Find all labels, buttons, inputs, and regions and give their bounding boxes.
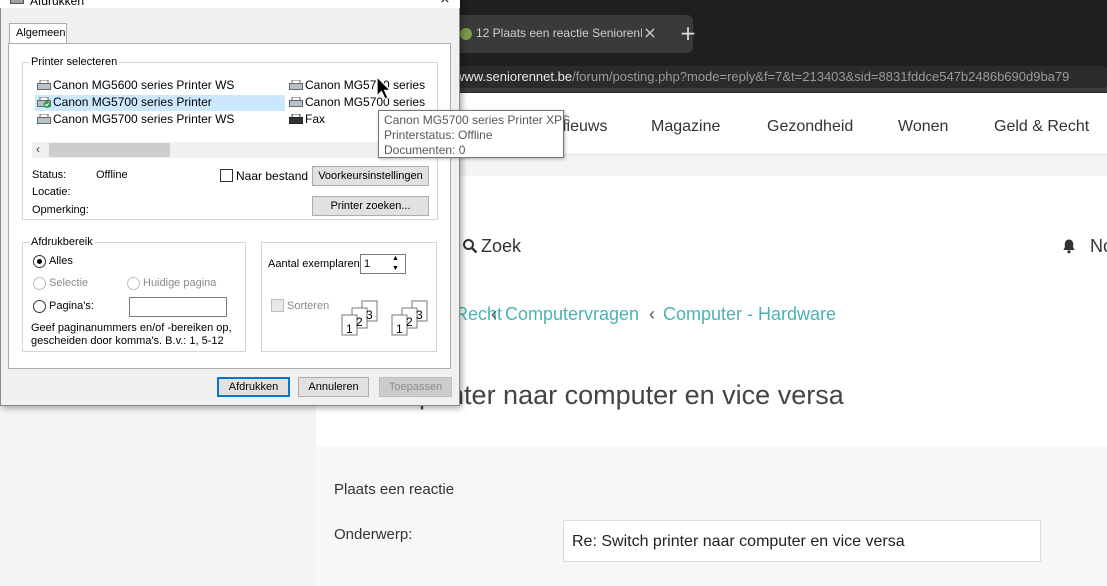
cancel-button[interactable]: Annuleren (298, 377, 369, 397)
printer-select-label: Printer selecteren (29, 56, 120, 68)
subject-label: Onderwerp: (334, 526, 413, 543)
printer-icon (289, 80, 303, 90)
tooltip-printer-status: Printerstatus: Offline (384, 128, 493, 142)
breadcrumb-computervragen[interactable]: Computervragen (505, 304, 639, 325)
print-to-file-label: Naar bestand (236, 169, 309, 183)
printer-name: Fax (305, 112, 326, 126)
tab-general[interactable]: Algemeen (9, 23, 67, 43)
range-selection-radio[interactable] (33, 277, 46, 290)
preferences-button[interactable]: Voorkeursinstellingen (312, 166, 429, 186)
stepper-down-icon[interactable]: ▼ (392, 264, 399, 273)
mouse-cursor-icon (376, 76, 392, 100)
notifications-link[interactable]: No (1090, 236, 1107, 257)
stepper-up-icon[interactable]: ▲ (392, 254, 399, 263)
copies-label: Aantal exemplaren: (268, 258, 363, 270)
find-printer-button[interactable]: Printer zoeken... (312, 196, 429, 216)
tooltip-documents: Documenten: 0 (384, 143, 466, 157)
breadcrumb-computer-hardware[interactable]: Computer - Hardware (663, 304, 836, 325)
breadcrumb-separator: ‹ (491, 304, 497, 324)
svg-text:1: 1 (346, 322, 353, 336)
range-current-page-label: Huidige pagina (143, 277, 217, 289)
tooltip-printer-name: Canon MG5700 series Printer XPS (384, 113, 571, 127)
comment-label: Opmerking: (32, 204, 89, 216)
copies-value: 1 (364, 258, 371, 270)
range-all-label: Alles (49, 255, 73, 267)
nav-item-magazine[interactable]: Magazine (651, 118, 720, 136)
search-link[interactable]: Zoek (481, 236, 521, 257)
printer-icon (10, 0, 24, 4)
scrollbar-thumb[interactable] (49, 143, 170, 157)
print-to-file-checkbox[interactable] (220, 169, 233, 182)
print-button[interactable]: Afdrukken (217, 377, 290, 397)
printer-icon (37, 80, 51, 90)
collate-checkbox[interactable] (271, 299, 284, 312)
printer-list-item-selected[interactable]: Canon MG5700 series Printer (35, 95, 285, 111)
reply-form (316, 446, 1107, 586)
range-pages-radio[interactable] (33, 300, 46, 313)
dialog-title: Afdrukken (30, 0, 85, 8)
status-label: Status: (32, 169, 67, 181)
range-pages-label: Pagina's: (49, 300, 94, 312)
status-value: Offline (96, 169, 128, 181)
page-range-label: Afdrukbereik (29, 236, 95, 248)
printer-name: Canon MG5700 series P (305, 78, 429, 92)
printer-list-item[interactable]: Canon MG5700 series P (287, 78, 429, 94)
url-host: www.seniorennet.be (455, 69, 573, 84)
range-selection-label: Selectie (49, 277, 89, 289)
fax-icon (289, 114, 303, 124)
printer-name: Canon MG5700 series P (305, 95, 429, 109)
printer-list-item[interactable]: Canon MG5600 series Printer WS (35, 78, 285, 94)
range-all-radio[interactable] (33, 255, 46, 268)
apply-button[interactable]: Toepassen (379, 377, 452, 397)
url-path: /forum/posting.php?mode=reply&f=7&t=2134… (572, 69, 1070, 84)
nav-item-gezondheid[interactable]: Gezondheid (767, 118, 853, 136)
breadcrumb-separator: ‹ (649, 304, 655, 324)
reply-heading: Plaats een reactie (334, 481, 455, 498)
close-icon[interactable]: × (437, 0, 453, 7)
search-icon[interactable] (462, 238, 478, 254)
printer-name: Canon MG5700 series Printer (53, 95, 212, 109)
new-tab-button[interactable]: + (679, 22, 697, 44)
svg-text:1: 1 (396, 322, 403, 336)
svg-text:2: 2 (406, 315, 413, 329)
tab-favicon-icon (460, 28, 472, 40)
range-hint-line-2: gescheiden door komma's. B.v.: 1, 5-12 (31, 335, 224, 347)
subject-input[interactable]: Re: Switch printer naar computer en vice… (563, 520, 1041, 562)
collate-label: Sorteren (287, 300, 330, 312)
svg-text:3: 3 (416, 308, 423, 322)
printer-list-item[interactable]: Canon MG5700 series P (287, 95, 429, 111)
nav-item-wonen[interactable]: Wonen (898, 118, 948, 136)
location-label: Locatie: (32, 186, 71, 198)
nav-item-geld-recht[interactable]: Geld & Recht (994, 118, 1089, 136)
range-current-page-radio[interactable] (127, 277, 140, 290)
printer-default-icon (37, 97, 51, 108)
printer-name: Canon MG5600 series Printer WS (53, 78, 235, 92)
tab-title: 12 Plaats een reactie SeniorenNet (476, 26, 642, 40)
scroll-left-icon[interactable]: ‹ (36, 142, 40, 156)
tab-close-icon[interactable]: × (643, 24, 657, 42)
url-text[interactable]: www.seniorennet.be/forum/posting.php?mod… (455, 69, 1107, 84)
bell-icon[interactable] (1061, 238, 1077, 254)
range-pages-input[interactable] (129, 297, 227, 317)
printer-list-item[interactable]: Canon MG5700 series Printer WS (35, 112, 285, 128)
svg-text:3: 3 (366, 308, 373, 322)
svg-text:2: 2 (356, 315, 363, 329)
collate-pages-icon: 3 2 1 3 2 1 (341, 300, 428, 336)
printer-icon (289, 97, 303, 107)
printer-name: Canon MG5700 series Printer WS (53, 112, 235, 126)
range-hint-line-1: Geef paginanummers en/of -bereiken op, (31, 322, 232, 334)
printer-icon (37, 114, 51, 124)
